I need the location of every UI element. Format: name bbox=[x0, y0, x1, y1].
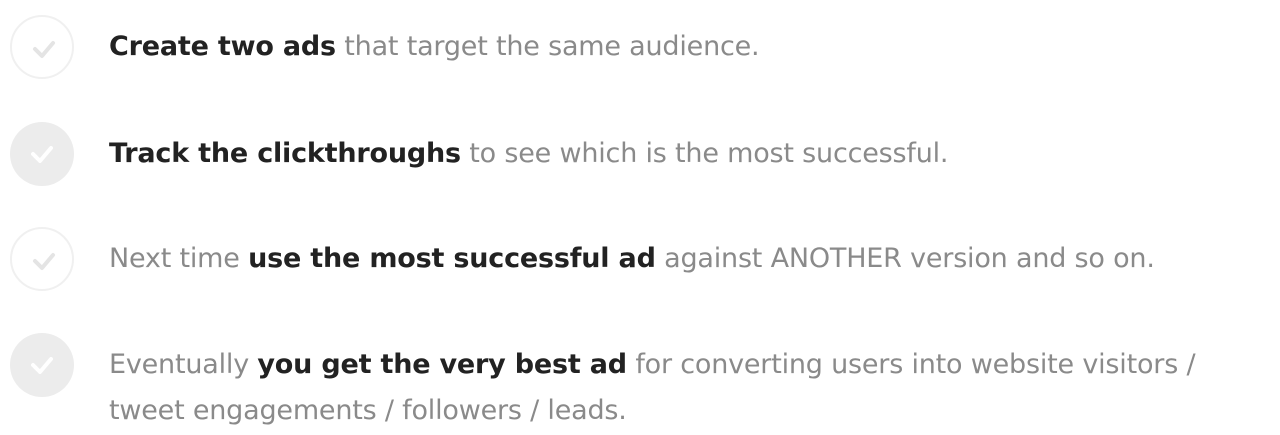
check-circle-outline-icon bbox=[10, 15, 74, 79]
step-2-bold: Track the clickthroughs bbox=[109, 138, 461, 169]
step-3-pre: Next time bbox=[109, 243, 249, 274]
step-3-post: against ANOTHER version and so on. bbox=[655, 243, 1155, 274]
step-1-post: that target the same audience. bbox=[335, 31, 760, 62]
step-text-2: Track the clickthroughs to see which is … bbox=[109, 131, 1259, 177]
step-4-pre: Eventually bbox=[109, 349, 258, 380]
check-circle-filled-icon bbox=[10, 122, 74, 186]
step-1-bold: Create two ads bbox=[109, 31, 336, 62]
check-circle-outline-icon bbox=[10, 227, 74, 291]
check-circle-filled-icon bbox=[10, 333, 74, 397]
step-3-bold: use the most successful ad bbox=[248, 243, 656, 274]
step-text-3: Next time use the most successful ad aga… bbox=[109, 236, 1259, 282]
step-text-4: Eventually you get the very best ad for … bbox=[109, 342, 1259, 434]
step-2-post: to see which is the most successful. bbox=[460, 138, 949, 169]
steps-checklist: Create two ads that target the same audi… bbox=[0, 0, 1280, 435]
step-4-bold: you get the very best ad bbox=[257, 349, 627, 380]
step-text-1: Create two ads that target the same audi… bbox=[109, 24, 1259, 70]
